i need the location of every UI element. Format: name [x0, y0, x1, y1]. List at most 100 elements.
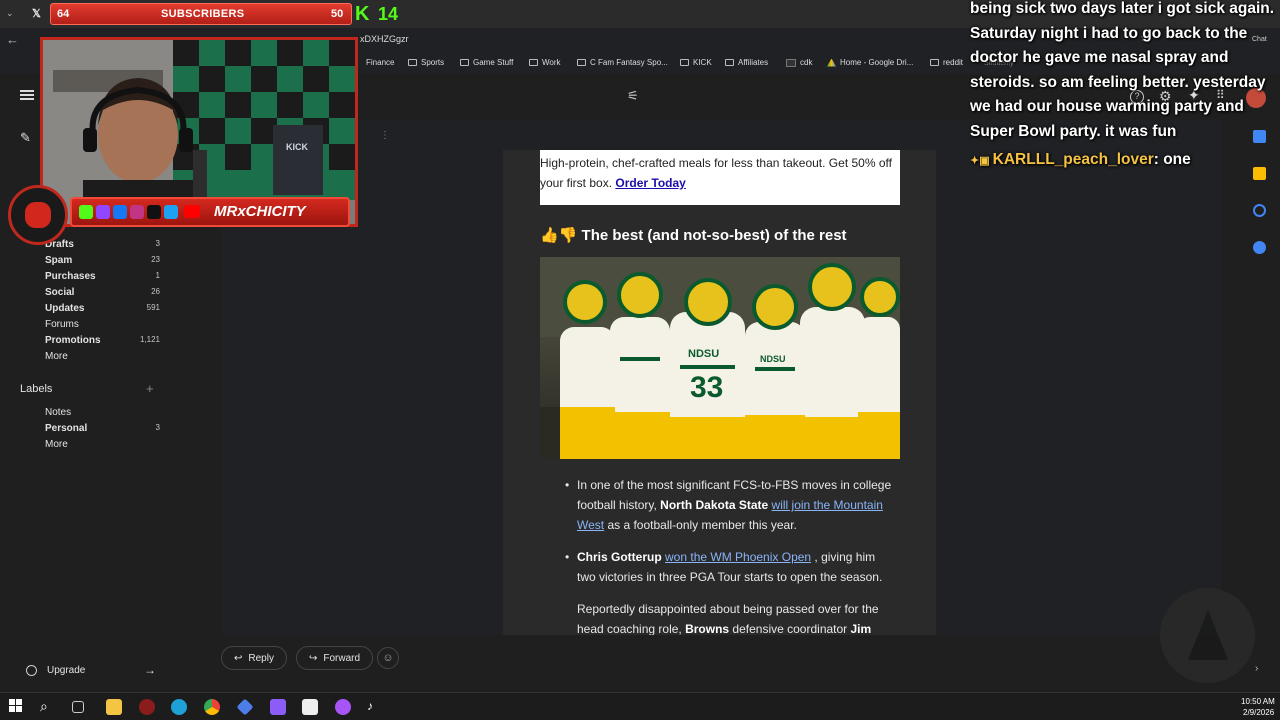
- chrome-browser-icon[interactable]: [204, 699, 220, 715]
- twitter-social-icon: [164, 205, 178, 219]
- thumbs-emoji: 👍👎: [540, 227, 578, 244]
- bookmark-sports[interactable]: Sports: [408, 58, 444, 67]
- contacts-icon[interactable]: [1253, 241, 1266, 254]
- bookmark-c-fam[interactable]: C Fam Fantasy Spo...: [577, 58, 668, 67]
- app-purple-icon[interactable]: [335, 699, 351, 715]
- youtube-social-icon: [184, 205, 200, 218]
- sidebar-item-purchases[interactable]: Purchases 1: [45, 271, 160, 282]
- folder-icon: [408, 59, 417, 66]
- chat-message-1: being sick two days later i got sick aga…: [970, 0, 1275, 140]
- compose-pencil-icon[interactable]: ✎: [20, 130, 31, 146]
- bookmark-cdk[interactable]: cdk: [786, 58, 812, 67]
- more-options-icon[interactable]: ⋮: [380, 130, 390, 141]
- cdk-icon: [786, 58, 796, 67]
- label-item-notes[interactable]: Notes: [45, 407, 160, 418]
- football-team-photo: NDSU 33 NDSU: [540, 257, 900, 459]
- clock-time[interactable]: 10:50 AM: [1241, 697, 1275, 706]
- bookmark-affiliates[interactable]: Affiliates: [725, 58, 768, 67]
- facebook-social-icon: [113, 205, 127, 219]
- back-icon[interactable]: ←: [6, 32, 19, 47]
- windows-start-icon[interactable]: [9, 699, 25, 715]
- arrow-right-icon: →: [144, 663, 156, 677]
- instagram-social-icon: [130, 205, 144, 219]
- sidebar-item-promotions[interactable]: Promotions 1,121: [45, 335, 160, 346]
- subscriber-goal-bar: 64 SUBSCRIBERS 50: [50, 3, 352, 25]
- streamer-name: MRxCHICITY: [214, 203, 306, 220]
- folder-icon: [529, 59, 538, 66]
- google-drive-icon: [827, 58, 836, 67]
- sidebar-item-more[interactable]: More: [45, 351, 160, 362]
- svg-text:NDSU: NDSU: [688, 348, 719, 360]
- filter-settings-icon[interactable]: ⚟: [627, 88, 639, 104]
- twitch-social-icon: [96, 205, 110, 219]
- bullet-browns: Reportedly disappointed about being pass…: [577, 599, 897, 635]
- photo-illustration: NDSU 33 NDSU: [540, 257, 900, 459]
- label-item-personal[interactable]: Personal 3: [45, 423, 160, 434]
- bookmark-work[interactable]: Work: [529, 58, 561, 67]
- chat-message-2: ✦▣ KARLLL_peach_lover: one: [970, 151, 1191, 168]
- order-today-link[interactable]: Order Today: [615, 176, 685, 190]
- forward-button[interactable]: ↪ Forward: [296, 646, 374, 670]
- upgrade-button[interactable]: Upgrade →: [26, 662, 156, 678]
- promo-block: High-protein, chef-crafted meals for les…: [540, 150, 900, 205]
- folder-icon: [577, 59, 586, 66]
- reply-button[interactable]: ↩ Reply: [221, 646, 287, 670]
- emoji-react-button[interactable]: ☺: [377, 647, 399, 669]
- kick-social-icon: [79, 205, 93, 219]
- bookmark-kick[interactable]: KICK: [680, 58, 712, 67]
- shirt-kick-text: KICK: [286, 142, 308, 152]
- folder-icon: [725, 59, 734, 66]
- main-menu-icon[interactable]: [20, 90, 34, 100]
- folder-icon: [680, 59, 689, 66]
- sidebar-item-drafts[interactable]: Drafts 3: [45, 239, 160, 250]
- tiktok-icon[interactable]: ♪: [367, 699, 383, 715]
- subscriber-goal-count: 50: [331, 8, 344, 20]
- reply-arrow-icon: ↩: [234, 652, 243, 664]
- chat-username: KARLLL_peach_lover: [992, 151, 1154, 168]
- task-view-icon[interactable]: [72, 701, 84, 713]
- bookmark-reddit[interactable]: reddit: [930, 58, 963, 67]
- side-panel-rail: ›: [1245, 120, 1280, 680]
- streamer-bull-logo: [8, 185, 68, 245]
- tasks-icon[interactable]: [1253, 204, 1266, 217]
- search-icon[interactable]: ⌕: [40, 699, 56, 715]
- edge-browser-icon[interactable]: [171, 699, 187, 715]
- streamer-name-banner: MRxCHICITY: [70, 197, 350, 227]
- app-red-icon[interactable]: [139, 699, 155, 715]
- subscriber-current-count: 64: [57, 8, 70, 20]
- clock-date[interactable]: 2/9/2026: [1243, 708, 1274, 717]
- file-explorer-icon[interactable]: [106, 699, 122, 715]
- folder-icon: [930, 59, 939, 66]
- chat-label[interactable]: Chat: [1252, 36, 1267, 43]
- add-label-icon[interactable]: +: [146, 381, 154, 396]
- bookmark-google-drive[interactable]: Home - Google Dri...: [827, 58, 913, 67]
- sidebar-item-social[interactable]: Social 26: [45, 287, 160, 298]
- tiktok-social-icon: [147, 205, 161, 219]
- tab-menu-chevron-icon[interactable]: ⌄: [6, 8, 20, 22]
- section-heading-text: The best (and not-so-best) of the rest: [581, 227, 847, 244]
- labels-heading: Labels: [20, 383, 53, 395]
- chat-badges-icon: ✦▣: [970, 155, 993, 167]
- label-item-more[interactable]: More: [45, 439, 160, 450]
- bullet-ndsu: In one of the most significant FCS-to-FB…: [565, 475, 897, 535]
- url-text[interactable]: xDXHZGgzr: [360, 34, 409, 44]
- sidebar-item-forums[interactable]: Forums: [45, 319, 160, 330]
- svg-text:33: 33: [690, 371, 723, 404]
- bookmark-game-stuff[interactable]: Game Stuff: [460, 58, 513, 67]
- streamer-watermark-logo: [1160, 588, 1255, 683]
- svg-text:NDSU: NDSU: [760, 354, 786, 364]
- wm-phoenix-open-link[interactable]: won the WM Phoenix Open: [665, 550, 811, 564]
- expand-panel-icon[interactable]: ›: [1255, 663, 1258, 674]
- section-heading: 👍👎 The best (and not-so-best) of the res…: [540, 226, 847, 244]
- kick-viewer-count: 14: [378, 4, 399, 24]
- sidebar-item-spam[interactable]: Spam 23: [45, 255, 160, 266]
- upgrade-icon: [26, 664, 37, 676]
- x-logo-icon[interactable]: 𝕏: [32, 7, 41, 20]
- app-grid-icon[interactable]: [270, 699, 286, 715]
- bookmark-finance[interactable]: Finance: [366, 58, 394, 67]
- sidebar-item-updates[interactable]: Updates 591: [45, 303, 160, 314]
- windows-taskbar: ⌕ ♪ 10:50 AM 2/9/2026: [0, 692, 1280, 720]
- stream-chat-overlay: being sick two days later i got sick aga…: [970, 0, 1275, 175]
- app-blue-diamond-icon[interactable]: [236, 698, 254, 716]
- capcut-icon[interactable]: [302, 699, 318, 715]
